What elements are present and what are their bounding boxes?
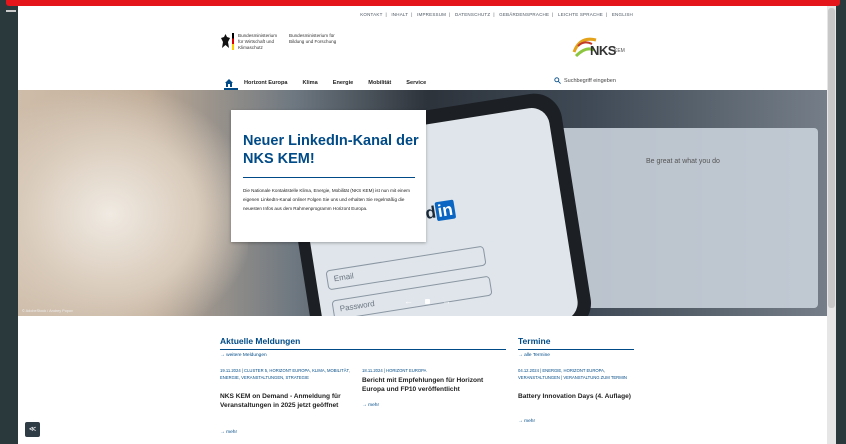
hero-person-image <box>18 90 248 316</box>
slider-dot-active[interactable] <box>425 298 430 304</box>
nks-kem-logo[interactable]: NKS KEM <box>570 32 630 62</box>
hero-monitor-text: Be great at what you do <box>646 158 720 165</box>
nav-mobilitaet[interactable]: Mobilität <box>368 80 391 86</box>
federal-eagle-icon <box>221 34 230 48</box>
ministry-name-bmwk: Bundesministerium für Wirtschaft und Kli… <box>238 33 278 50</box>
topnav-kontakt[interactable]: KONTAKT <box>360 12 382 17</box>
search-box[interactable]: Suchbegriff eingeben <box>554 77 616 84</box>
hero-text: Die Nationale Kontaktstelle Klima, Energ… <box>243 188 410 211</box>
scrollbar-thumb[interactable] <box>828 8 835 308</box>
search-icon <box>554 77 561 84</box>
image-credit: © AdobeStock / Andrey Popov <box>22 309 73 313</box>
hero-teaser-card[interactable]: Neuer LinkedIn-Kanal der NKS KEM! Die Na… <box>231 110 426 242</box>
hero-divider <box>243 177 415 178</box>
topnav-impressum[interactable]: IMPRESSUM <box>417 12 446 17</box>
ministry-name-bmbf: Bundesministerium für Bildung und Forsch… <box>289 33 337 44</box>
page: KONTAKT | INHALT | IMPRESSUM | DATENSCHUTZ |… <box>18 6 836 444</box>
news-item-more-link[interactable]: → mehr <box>362 403 379 408</box>
events-more-link[interactable]: → alle Termine <box>518 353 550 358</box>
news-item-title[interactable]: Bericht mit Empfehlungen für Horizont Eu… <box>362 376 496 394</box>
news-item-meta: 19.11.2024 | CLUSTER 5, HORIZONT EUROPA,… <box>220 368 350 380</box>
service-navigation: KONTAKT | INHALT | IMPRESSUM | DATENSCHUTZ |… <box>360 12 633 17</box>
news-section-rule <box>220 349 506 350</box>
event-item-meta: 04.12.2024 | ENERGIE, HORIZONT EUROPA, V… <box>518 368 627 380</box>
home-icon[interactable] <box>224 78 234 88</box>
main-navigation: Horizont Europa Klima Energie Mobilität … <box>224 78 441 88</box>
topnav-gebaerdensprache[interactable]: GEBÄRDENSPRACHE <box>499 12 549 17</box>
slider-controls: ← → <box>398 296 457 306</box>
nks-logo-text: NKS <box>590 43 616 58</box>
news-section-title: Aktuelle Meldungen <box>220 336 301 346</box>
slider-prev-arrow-icon[interactable]: ← <box>404 296 413 306</box>
news-item-more-link[interactable]: → mehr <box>220 430 237 435</box>
hero-slider: Be great at what you do edin Email Passw… <box>18 90 836 316</box>
window-mark <box>6 10 16 12</box>
news-more-link[interactable]: → weitere Meldungen <box>220 353 267 358</box>
news-item-meta: 18.11.2024 | HORIZONT EUROPA <box>362 368 427 373</box>
event-item-title[interactable]: Battery Innovation Days (4. Auflage) <box>518 392 634 401</box>
slider-next-arrow-icon[interactable]: → <box>442 296 451 306</box>
german-flag-bar <box>232 33 234 50</box>
event-item-more-link[interactable]: → mehr <box>518 419 535 424</box>
nks-logo-sub: KEM <box>614 48 625 54</box>
accessibility-widget-button[interactable]: ≪ <box>25 422 40 437</box>
events-section-rule <box>518 349 634 350</box>
nav-energie[interactable]: Energie <box>333 80 354 86</box>
page-scrollbar[interactable] <box>827 6 836 444</box>
nav-service[interactable]: Service <box>406 80 426 86</box>
hero-title[interactable]: Neuer LinkedIn-Kanal der NKS KEM! <box>243 132 419 168</box>
topnav-leichte-sprache[interactable]: LEICHTE SPRACHE <box>558 12 603 17</box>
hero-monitor-image <box>558 128 818 308</box>
topnav-datenschutz[interactable]: DATENSCHUTZ <box>455 12 490 17</box>
nav-klima[interactable]: Klima <box>303 80 318 86</box>
ministry-logos[interactable]: Bundesministerium für Wirtschaft und Kli… <box>221 32 339 56</box>
news-item-title[interactable]: NKS KEM on Demand - Anmeldung für Verans… <box>220 392 354 410</box>
nav-horizont-europa[interactable]: Horizont Europa <box>244 80 288 86</box>
events-section-title: Termine <box>518 336 551 346</box>
topnav-english[interactable]: ENGLISH <box>612 12 633 17</box>
search-placeholder[interactable]: Suchbegriff eingeben <box>564 78 616 84</box>
topnav-inhalt[interactable]: INHALT <box>391 12 408 17</box>
